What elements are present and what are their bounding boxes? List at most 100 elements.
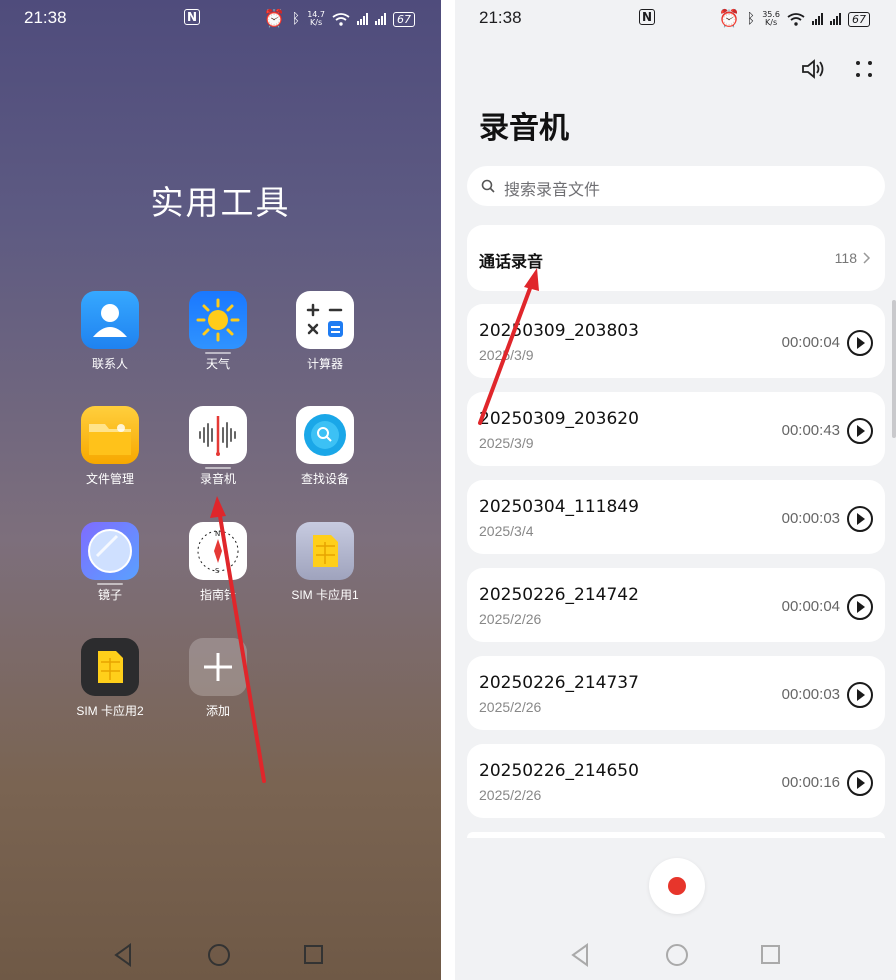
app-label: SIM 卡应用2 <box>76 704 144 718</box>
recording-date: 2025/2/26 <box>479 611 542 627</box>
recording-date: 2025/3/9 <box>479 435 534 451</box>
signal-icon <box>375 13 386 25</box>
app-label: 查找设备 <box>300 472 349 486</box>
play-icon[interactable] <box>847 506 873 532</box>
wifi-icon <box>787 12 805 26</box>
sim-app-1-icon <box>296 522 354 580</box>
home-icon[interactable] <box>664 942 690 968</box>
add-icon <box>189 638 247 696</box>
back-icon[interactable] <box>569 942 591 968</box>
call-recordings-entry[interactable]: 通话录音 118 <box>467 225 885 291</box>
nfc-icon: N <box>639 9 656 25</box>
svg-text:N: N <box>215 530 220 538</box>
recording-date: 2025/2/26 <box>479 787 542 803</box>
search-icon <box>481 179 495 193</box>
more-options-icon[interactable] <box>854 59 874 79</box>
app-recorder[interactable]: 录音机 <box>168 406 268 487</box>
status-icons: ⏰ ᛒ 14.7 K/s 67 <box>264 9 415 29</box>
recorder-icon <box>189 406 247 464</box>
play-icon[interactable] <box>847 682 873 708</box>
compass-icon: NS <box>189 522 247 580</box>
home-screen-folder: 21:38 N ⏰ ᛒ 14.7K/s 67 实用工具 联系人 天气 计算器 <box>0 0 441 980</box>
file-manager-icon <box>81 406 139 464</box>
record-button[interactable] <box>649 858 705 914</box>
recording-item[interactable]: 20250226_214650 2025/2/26 00:00:16 <box>467 744 885 818</box>
app-label: 录音机 <box>199 472 236 486</box>
app-contacts[interactable]: 联系人 <box>60 291 160 372</box>
folder-title: 实用工具 <box>150 183 291 222</box>
recording-item[interactable]: 20250304_111849 2025/3/4 00:00:03 <box>467 480 885 554</box>
app-label: 镜子 <box>97 588 122 602</box>
app-label: 文件管理 <box>85 472 134 486</box>
call-recordings-label: 通话录音 <box>479 252 544 271</box>
speaker-icon[interactable] <box>800 58 826 80</box>
play-icon[interactable] <box>847 418 873 444</box>
search-placeholder: 搜索录音文件 <box>504 180 601 199</box>
recording-name: 20250226_214737 <box>479 673 639 693</box>
navigation-bar <box>455 934 896 980</box>
app-find-device[interactable]: 查找设备 <box>275 406 375 487</box>
play-icon[interactable] <box>847 770 873 796</box>
app-label: 指南针 <box>199 588 236 602</box>
recording-date: 2025/2/26 <box>479 699 542 715</box>
search-input[interactable]: 搜索录音文件 <box>467 166 885 206</box>
recent-apps-icon[interactable] <box>759 942 783 968</box>
recording-item-partial <box>467 832 885 838</box>
recording-item[interactable]: 20250226_214742 2025/2/26 00:00:04 <box>467 568 885 642</box>
running-indicator <box>97 583 123 585</box>
recording-name: 20250309_203803 <box>479 321 639 341</box>
app-calculator[interactable]: 计算器 <box>275 291 375 372</box>
app-mirror[interactable]: 镜子 <box>60 522 160 603</box>
recording-name: 20250304_111849 <box>479 497 639 517</box>
top-actions <box>800 58 874 80</box>
status-time: 21:38 <box>24 8 67 27</box>
signal-icon <box>357 13 368 25</box>
play-icon[interactable] <box>847 330 873 356</box>
wifi-icon <box>332 12 350 26</box>
app-label: 添加 <box>205 704 230 718</box>
bluetooth-icon: ᛒ <box>291 11 301 27</box>
scrollbar[interactable] <box>892 300 896 438</box>
status-bar: 21:38 N ⏰ ᛒ 14.7 K/s 67 <box>0 0 441 36</box>
recording-duration: 00:00:03 <box>781 686 840 703</box>
recording-item[interactable]: 20250226_214737 2025/2/26 00:00:03 <box>467 656 885 730</box>
recording-item[interactable]: 20250309_203620 2025/3/9 00:00:43 <box>467 392 885 466</box>
recording-date: 2025/3/4 <box>479 523 534 539</box>
recording-duration: 00:00:03 <box>781 510 840 527</box>
calculator-icon <box>296 291 354 349</box>
signal-icon <box>812 13 823 25</box>
page-title: 录音机 <box>479 111 569 146</box>
recording-duration: 00:00:16 <box>781 774 840 791</box>
app-add[interactable]: 添加 <box>168 638 268 719</box>
recording-duration: 00:00:04 <box>781 334 840 351</box>
find-device-icon <box>296 406 354 464</box>
signal-icon <box>830 13 841 25</box>
app-sim-2[interactable]: SIM 卡应用2 <box>60 638 160 719</box>
app-compass[interactable]: NS 指南针 <box>168 522 268 603</box>
bluetooth-icon: ᛒ <box>746 11 756 27</box>
network-speed: 14.7 K/s <box>307 10 325 27</box>
app-weather[interactable]: 天气 <box>168 291 268 372</box>
app-sim-1[interactable]: SIM 卡应用1 <box>275 522 375 603</box>
call-recordings-count: 118 <box>834 250 857 266</box>
app-label: SIM 卡应用1 <box>291 588 359 602</box>
running-indicator <box>205 352 231 354</box>
annotation-arrow <box>210 496 266 783</box>
status-time: 21:38 <box>479 8 522 27</box>
app-label: 计算器 <box>306 357 343 371</box>
play-icon[interactable] <box>847 594 873 620</box>
app-file-manager[interactable]: 文件管理 <box>60 406 160 487</box>
sim-app-2-icon <box>81 638 139 696</box>
recording-item[interactable]: 20250309_203803 2025/3/9 00:00:04 <box>467 304 885 378</box>
battery-icon: 67 <box>848 11 870 27</box>
running-indicator <box>205 467 231 469</box>
weather-icon <box>189 291 247 349</box>
app-label: 天气 <box>205 357 230 371</box>
alarm-icon: ⏰ <box>718 9 740 29</box>
home-icon[interactable] <box>206 942 232 968</box>
recording-duration: 00:00:04 <box>781 598 840 615</box>
recording-name: 20250309_203620 <box>479 409 639 429</box>
back-icon[interactable] <box>112 942 134 968</box>
recent-apps-icon[interactable] <box>302 942 326 968</box>
mirror-icon <box>81 522 139 580</box>
